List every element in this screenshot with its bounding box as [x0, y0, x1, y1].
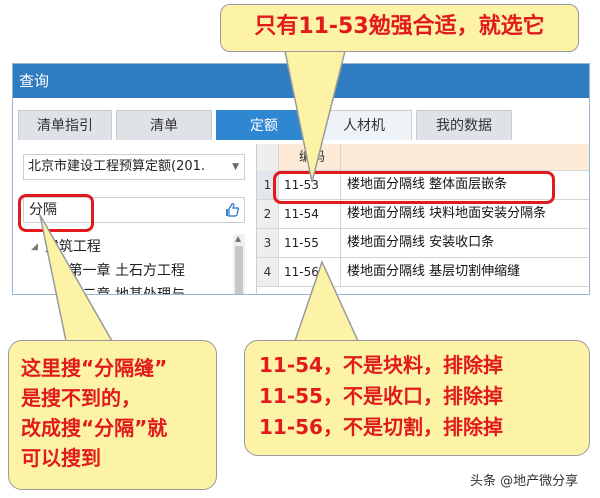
tab-bill[interactable]: 清单	[116, 110, 212, 140]
table-row[interactable]: 4 11-56 楼地面分隔线 基层切割伸缩缝	[257, 258, 589, 287]
code-column-header[interactable]: 编码	[279, 144, 341, 171]
right-callout-line: 11-55，不是收口，排除掉	[259, 384, 503, 408]
chevron-down-icon[interactable]: ▼	[232, 155, 239, 179]
selected-row-highlight	[273, 171, 555, 204]
tree-item-chapter-2[interactable]: ▸ 第二章 地基处理与...	[57, 284, 198, 294]
table-row[interactable]: 2 11-54 楼地面分隔线 块料地面安装分隔条	[257, 200, 589, 229]
tree-item-building[interactable]: ◢ 建筑工程	[31, 236, 101, 256]
left-callout-line: 可以搜到	[21, 446, 101, 470]
scroll-up-icon[interactable]: ▲	[235, 234, 241, 243]
left-callout: 这里搜“分隔缝” 是搜不到的， 改成搜“分隔”就 可以搜到	[8, 340, 217, 490]
scrollbar-thumb[interactable]	[235, 246, 243, 294]
left-callout-line: 改成搜“分隔”就	[21, 416, 168, 440]
result-grid: 编码 1 11-53 楼地面分隔线 整体面层嵌条 2 11-54 楼地面分隔线 …	[256, 144, 589, 294]
row-name: 楼地面分隔线 基层切割伸缩缝	[347, 264, 521, 279]
tree-item-chapter-1[interactable]: ▸ 第一章 土石方工程	[57, 260, 185, 280]
quota-library-value: 北京市建设工程预算定额(201.	[28, 159, 206, 174]
row-code: 11-56	[279, 258, 341, 286]
row-name: 楼地面分隔线 块料地面安装分隔条	[347, 206, 547, 221]
window-title: 查询	[13, 64, 589, 98]
left-callout-line: 是搜不到的，	[21, 386, 141, 410]
row-name: 楼地面分隔线 安装收口条	[347, 235, 495, 250]
right-callout: 11-54，不是块料，排除掉 11-55，不是收口，排除掉 11-56，不是切割…	[244, 340, 590, 456]
right-callout-line: 11-56，不是切割，排除掉	[259, 415, 503, 439]
tab-bar: 清单指引 清单 定额 人材机 我的数据	[13, 98, 589, 140]
collapsed-triangle-icon[interactable]: ▸	[57, 266, 62, 276]
row-number: 3	[257, 229, 279, 257]
tree-scrollbar[interactable]: ▲	[233, 234, 245, 294]
top-callout: 只有11-53勉强合适，就选它	[220, 4, 579, 52]
row-number: 4	[257, 258, 279, 286]
tab-my-data[interactable]: 我的数据	[416, 110, 512, 140]
table-row[interactable]: 3 11-55 楼地面分隔线 安装收口条	[257, 229, 589, 258]
collapsed-triangle-icon[interactable]: ▸	[57, 290, 62, 294]
row-code: 11-55	[279, 229, 341, 257]
tab-materials[interactable]: 人材机	[316, 110, 412, 140]
left-callout-line: 这里搜“分隔缝”	[21, 356, 168, 380]
tab-quota[interactable]: 定额	[216, 110, 312, 140]
search-highlight	[18, 194, 94, 232]
row-code: 11-54	[279, 200, 341, 228]
search-icon[interactable]	[224, 202, 240, 217]
grid-header: 编码	[257, 144, 589, 171]
quota-library-select[interactable]: 北京市建设工程预算定额(201. ▼	[23, 154, 245, 180]
row-number: 2	[257, 200, 279, 228]
right-callout-line: 11-54，不是块料，排除掉	[259, 353, 503, 377]
row-number-header	[257, 144, 279, 171]
tab-bill-guide[interactable]: 清单指引	[18, 110, 112, 140]
expanded-triangle-icon[interactable]: ◢	[31, 242, 38, 252]
watermark: 头条 @地产微分享	[470, 474, 579, 489]
